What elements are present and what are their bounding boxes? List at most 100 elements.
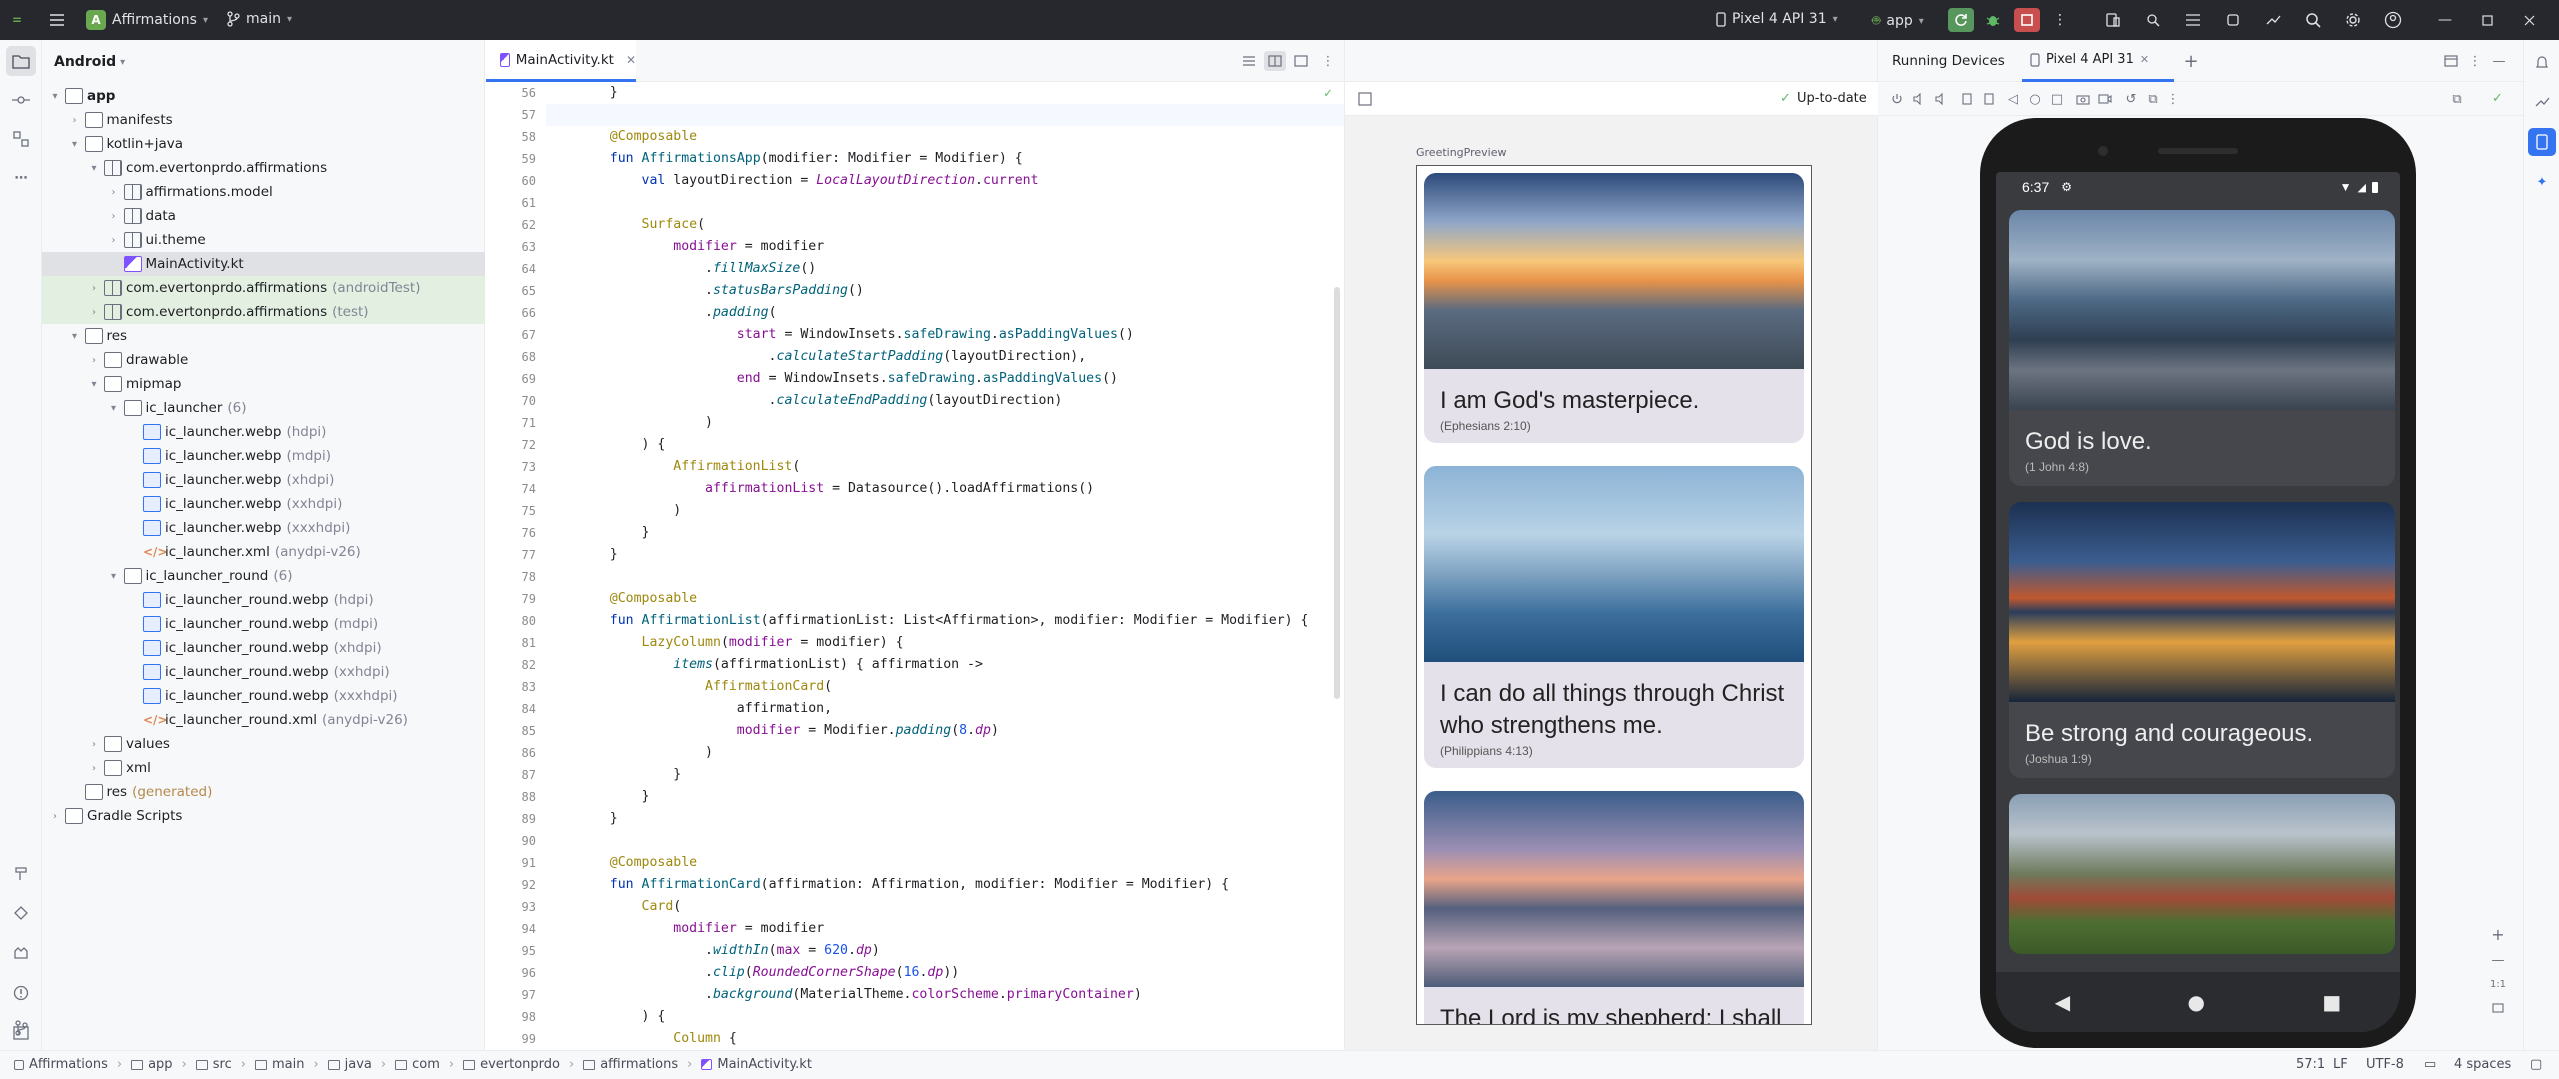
zoom-in-icon[interactable]: + [2486,922,2510,946]
preview-frame[interactable]: I am God's masterpiece. (Ephesians 2:10)… [1416,165,1812,1025]
breadcrumb-item[interactable]: app [148,1057,172,1072]
tree-item[interactable]: ▾ ic_launcher (6) [42,396,485,420]
split-view-icon[interactable] [1264,51,1286,71]
breadcrumb-item[interactable]: Affirmations [29,1057,108,1072]
tree-item[interactable]: › values [42,732,485,756]
tree-item[interactable]: ▾ com.evertonprdo.affirmations [42,156,485,180]
account-icon[interactable] [2380,8,2406,32]
tree-item[interactable]: › affirmations.model [42,180,485,204]
memory-indicator-icon[interactable]: ▢ [2530,1057,2542,1072]
tree-item[interactable]: ▾ kotlin+java [42,132,485,156]
chevron-down-icon[interactable]: ▾ [87,379,101,390]
git-tool-icon[interactable] [6,1013,36,1043]
layout-inspector-icon[interactable] [2180,8,2206,32]
rerun-icon[interactable] [1948,8,1974,32]
sync-gradle-icon[interactable] [2260,8,2286,32]
code-view-icon[interactable] [1238,51,1260,71]
affirmation-card[interactable]: God is love. (1 John 4:8) [2009,210,2395,486]
close-tab-icon[interactable]: ✕ [626,53,636,67]
nav-recents-icon[interactable]: ■ [2322,990,2341,1014]
chevron-right-icon[interactable]: › [87,355,101,366]
running-devices-tool-icon[interactable] [2528,128,2556,156]
power-icon[interactable] [1888,90,1906,108]
tree-item[interactable]: ic_launcher.webp (xhdpi) [42,468,485,492]
indent-setting[interactable]: 4 spaces [2454,1057,2511,1072]
chevron-down-icon[interactable]: ▾ [107,571,121,582]
tree-item[interactable]: › data [42,204,485,228]
main-menu-icon[interactable] [44,8,70,32]
tree-item[interactable]: ic_launcher_round.webp (mdpi) [42,612,485,636]
more-tools-icon[interactable]: ⋯ [6,163,36,193]
tree-item[interactable]: ▾ app [42,84,485,108]
breadcrumb-item[interactable]: com [412,1057,440,1072]
chevron-down-icon[interactable]: ▾ [48,91,62,102]
device-manager-icon[interactable] [2100,8,2126,32]
tree-item[interactable]: </> ic_launcher_round.xml (anydpi-v26) [42,708,485,732]
editor-scrollbar[interactable] [1334,287,1340,699]
more-actions-icon[interactable]: ⋮ [2050,8,2070,32]
tree-item[interactable]: </> ic_launcher.xml (anydpi-v26) [42,540,485,564]
preview-options-icon[interactable] [1355,90,1375,108]
tree-item[interactable]: res (generated) [42,780,485,804]
record-icon[interactable] [2096,90,2114,108]
device-screen[interactable]: 6:37 ⚙ ▼ ◢ God is love. (1 John 4:8) Be … [1996,172,2400,1032]
tree-item[interactable]: ic_launcher_round.webp (xxhdpi) [42,660,485,684]
tree-item[interactable]: › xml [42,756,485,780]
tree-item[interactable]: ic_launcher_round.webp (xxxhdpi) [42,684,485,708]
snapshot-icon[interactable]: ⧉ [2144,90,2162,108]
gradle-tool-icon[interactable] [6,898,36,928]
logcat-tool-icon[interactable] [6,938,36,968]
tree-item[interactable]: › ui.theme [42,228,485,252]
file-encoding[interactable]: UTF-8 [2366,1057,2404,1072]
add-device-icon[interactable]: + [2182,51,2200,72]
breadcrumb-item[interactable]: MainActivity.kt [717,1057,812,1072]
tree-item[interactable]: › com.evertonprdo.affirmations (test) [42,300,485,324]
close-icon[interactable] [2514,8,2544,32]
device-more-icon[interactable]: ⋮ [2166,90,2180,108]
nav-home-icon[interactable]: ● [2188,990,2205,1014]
chevron-right-icon[interactable]: › [107,211,121,222]
chevron-right-icon[interactable]: › [48,811,62,822]
line-separator[interactable]: LF [2333,1057,2348,1072]
volume-down-icon[interactable] [1932,90,1950,108]
rotate-right-icon[interactable] [1980,90,1998,108]
tree-item[interactable]: › Gradle Scripts [42,804,485,828]
layout-icon[interactable] [2442,52,2460,70]
tree-item[interactable]: › drawable [42,348,485,372]
tab-device[interactable]: Pixel 4 API 31 ✕ [2022,40,2174,82]
zoom-fit-icon[interactable] [2486,998,2510,1018]
tree-item[interactable]: › manifests [42,108,485,132]
branch-selector[interactable]: main ▾ [226,11,292,27]
zoom-out-icon[interactable]: — [2486,948,2510,972]
tree-item[interactable]: ic_launcher.webp (xxxhdpi) [42,516,485,540]
project-view-selector[interactable]: Android ▾ [42,40,484,84]
pane-more-icon[interactable]: ⋮ [2468,52,2482,70]
affirmation-card[interactable]: Be strong and courageous. (Joshua 1:9) [2009,502,2395,778]
tree-item[interactable]: ic_launcher.webp (hdpi) [42,420,485,444]
hide-pane-icon[interactable]: — [2490,52,2508,70]
stop-icon[interactable] [2014,8,2040,32]
chevron-right-icon[interactable]: › [68,115,82,126]
maximize-icon[interactable] [2472,8,2502,32]
chevron-right-icon[interactable]: › [87,739,101,750]
project-tool-icon[interactable] [6,46,36,76]
tree-item[interactable]: ▾ ic_launcher_round (6) [42,564,485,588]
breadcrumb-item[interactable]: evertonprdo [480,1057,560,1072]
overview-icon[interactable]: □ [2048,90,2066,108]
chevron-down-icon[interactable]: ▾ [107,403,121,414]
chevron-right-icon[interactable]: › [107,235,121,246]
chevron-right-icon[interactable]: › [107,187,121,198]
commit-tool-icon[interactable] [6,85,36,115]
code-editor[interactable]: ✓ } @Composable fun AffirmationsApp(modi… [546,82,1344,1050]
chevron-right-icon[interactable]: › [87,763,101,774]
tree-item[interactable]: ic_launcher.webp (xxhdpi) [42,492,485,516]
problems-tool-icon[interactable] [6,978,36,1008]
reset-icon[interactable]: ↺ [2122,90,2140,108]
lock-icon[interactable]: ▭ [2424,1057,2436,1072]
tab-mainactivity[interactable]: MainActivity.kt ✕ [486,40,636,82]
close-tab-icon[interactable]: ✕ [2140,53,2149,66]
debug-icon[interactable] [1980,8,2006,32]
caret-position[interactable]: 57:1 [2296,1057,2325,1072]
breadcrumb-item[interactable]: affirmations [600,1057,678,1072]
screenshot-icon[interactable] [2074,90,2092,108]
